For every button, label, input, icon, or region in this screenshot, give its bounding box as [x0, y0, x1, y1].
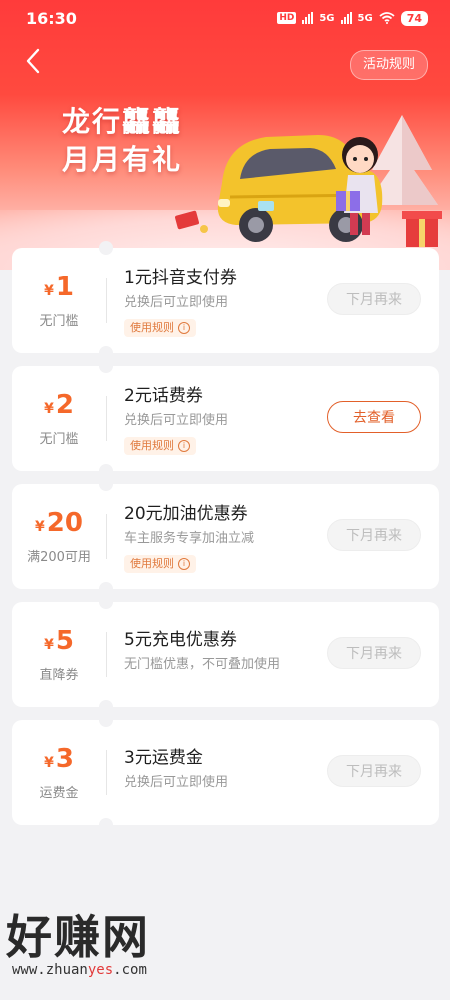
- hero-title-line2: 月月有礼: [62, 143, 183, 176]
- usage-rules-tag[interactable]: 使用规则 i: [124, 319, 196, 337]
- info-icon: i: [178, 558, 190, 570]
- next-month-button[interactable]: 下月再来: [327, 755, 421, 787]
- coupon-title: 20元加油优惠券: [124, 504, 248, 524]
- coupon-info: 2元话费券 兑换后可立即使用 使用规则 i: [124, 384, 228, 455]
- coupon-amount: ¥5: [44, 626, 74, 660]
- watermark-url-part: www.zhuan: [12, 962, 88, 978]
- coupon-amount-value: 1: [55, 272, 74, 302]
- coupon-amount-value: 5: [55, 626, 74, 656]
- coupon-info: 3元运费金 兑换后可立即使用: [124, 746, 228, 792]
- hero-title: 龙行龘龘 月月有礼: [62, 103, 182, 179]
- coupon-info: 5元充电优惠券 无门槛优惠，不可叠加使用: [124, 628, 280, 674]
- coupon-amount-box: ¥2 无门槛: [12, 366, 106, 471]
- next-month-button[interactable]: 下月再来: [327, 519, 421, 551]
- coupon-divider: [106, 632, 107, 677]
- info-icon: i: [178, 322, 190, 334]
- coupon-condition: 满200可用: [27, 550, 91, 565]
- hero-illustration: [175, 115, 442, 247]
- coupon-card: ¥1 无门槛 1元抖音支付券 兑换后可立即使用 使用规则 i 下月再来: [12, 241, 439, 360]
- coupon-amount-box: ¥1 无门槛: [12, 248, 106, 353]
- yen-symbol: ¥: [44, 755, 54, 771]
- yen-symbol: ¥: [35, 519, 45, 535]
- coupon-condition: 无门槛: [39, 314, 79, 329]
- yen-symbol: ¥: [44, 637, 54, 653]
- coupon-amount-value: 20: [46, 508, 83, 538]
- coupon-amount-value: 2: [55, 390, 74, 420]
- usage-rules-label: 使用规则: [130, 439, 174, 452]
- chevron-left-icon: [26, 48, 40, 74]
- coupon-card: ¥3 运费金 3元运费金 兑换后可立即使用 下月再来: [12, 713, 439, 832]
- coupon-amount: ¥3: [44, 744, 74, 778]
- battery-icon: 74: [400, 10, 428, 26]
- coupon-card: ¥2 无门槛 2元话费券 兑换后可立即使用 使用规则 i 去查看: [12, 359, 439, 478]
- activity-rules-button[interactable]: 活动规则: [349, 50, 428, 80]
- coupon-divider: [106, 396, 107, 441]
- hero-banner: 16:30 HD 5G 5G 74 活动规则 龙行龘龘 月月有礼: [0, 0, 450, 270]
- usage-rules-label: 使用规则: [130, 321, 174, 334]
- coupon-divider: [106, 750, 107, 795]
- coupon-desc: 兑换后可立即使用: [124, 295, 229, 310]
- coupon-desc: 车主服务专享加油立减: [124, 531, 255, 546]
- network-5g-label: 5G: [357, 12, 373, 24]
- coupon-divider: [106, 514, 107, 559]
- coupon-amount-value: 3: [55, 744, 74, 774]
- hero-title-line1: 龙行龘龘: [62, 105, 183, 138]
- coupon-title: 2元话费券: [124, 386, 203, 406]
- usage-rules-tag[interactable]: 使用规则 i: [124, 437, 196, 455]
- red-envelope-icon: [175, 210, 208, 233]
- yen-symbol: ¥: [44, 283, 54, 299]
- watermark-logo: 好赚网: [6, 910, 150, 964]
- status-icons: HD 5G 5G 74: [277, 10, 428, 26]
- coupon-info: 20元加油优惠券 车主服务专享加油立减 使用规则 i: [124, 502, 254, 573]
- watermark-url-highlight: yes: [87, 962, 114, 978]
- coupon-divider: [106, 278, 107, 323]
- watermark-url: www.zhuanyes.com: [12, 962, 150, 978]
- signal-icon: [340, 12, 352, 24]
- view-button[interactable]: 去查看: [327, 401, 421, 433]
- coupon-card: ¥5 直降券 5元充电优惠券 无门槛优惠，不可叠加使用 下月再来: [12, 595, 439, 714]
- status-bar: 16:30 HD 5G 5G 74: [0, 0, 450, 36]
- coupon-amount-box: ¥5 直降券: [12, 602, 106, 707]
- coupon-desc: 无门槛优惠，不可叠加使用: [124, 657, 281, 672]
- next-month-button[interactable]: 下月再来: [327, 637, 421, 669]
- coupon-title: 5元充电优惠券: [124, 630, 237, 650]
- watermark-url-part: .com: [113, 962, 147, 978]
- next-month-button[interactable]: 下月再来: [327, 283, 421, 315]
- info-icon: i: [178, 440, 190, 452]
- status-time: 16:30: [26, 8, 77, 28]
- coupon-info: 1元抖音支付券 兑换后可立即使用 使用规则 i: [124, 266, 237, 337]
- network-5g-label: 5G: [319, 12, 335, 24]
- coupon-amount-box: ¥20 满200可用: [12, 484, 106, 589]
- coupon-card: ¥20 满200可用 20元加油优惠券 车主服务专享加油立减 使用规则 i 下月再…: [12, 477, 439, 596]
- coupon-amount: ¥20: [35, 508, 83, 542]
- coupon-title: 1元抖音支付券: [124, 268, 237, 288]
- coupon-condition: 运费金: [39, 786, 79, 801]
- coupon-amount: ¥1: [44, 272, 74, 306]
- coupon-condition: 直降券: [39, 668, 79, 683]
- coupon-amount: ¥2: [44, 390, 74, 424]
- usage-rules-tag[interactable]: 使用规则 i: [124, 555, 196, 573]
- coupon-amount-box: ¥3 运费金: [12, 720, 106, 825]
- wifi-icon: [379, 12, 395, 24]
- coupon-desc: 兑换后可立即使用: [124, 413, 229, 428]
- yen-symbol: ¥: [44, 401, 54, 417]
- hd-icon: HD: [277, 12, 297, 24]
- watermark: 好赚网 www.zhuanyes.com: [6, 910, 150, 978]
- coupon-title: 3元运费金: [124, 748, 203, 768]
- signal-icon: [302, 12, 314, 24]
- gift-icon: [402, 211, 442, 247]
- usage-rules-label: 使用规则: [130, 557, 174, 570]
- back-button[interactable]: [18, 46, 48, 76]
- coupon-desc: 兑换后可立即使用: [124, 775, 229, 790]
- coupon-condition: 无门槛: [39, 432, 79, 447]
- page: 16:30 HD 5G 5G 74 活动规则 龙行龘龘 月月有礼 ¥1 无门槛 …: [0, 0, 450, 1000]
